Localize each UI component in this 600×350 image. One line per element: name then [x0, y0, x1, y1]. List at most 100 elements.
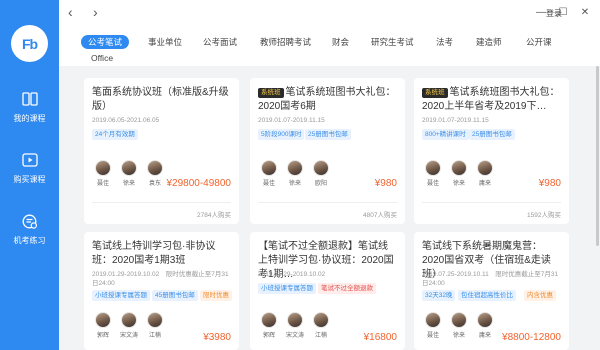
avatar — [451, 160, 467, 176]
teacher: 宋文涛 — [118, 312, 140, 339]
course-title: 笔试线上特训学习包·非协议班：2020国考1期3班 — [92, 241, 216, 266]
teacher-name: 庸来 — [478, 333, 491, 339]
course-tag: 笔试不过全额退款 — [318, 283, 376, 294]
teacher-list: 聂佳 徐来 庸来 — [422, 160, 500, 187]
teacher-name: 宋文涛 — [119, 333, 138, 339]
sidebar: Fb 我的课程 购买课程 机考练习 — [0, 0, 59, 350]
title-bar: ‹ › 登录 — ☐ ✕ — [59, 0, 600, 26]
scrollbar[interactable] — [596, 66, 599, 246]
avatar — [261, 160, 277, 176]
course-tag: 800+精讲课时 — [422, 129, 469, 140]
avatar — [477, 160, 493, 176]
teacher: 聂佳 — [422, 160, 444, 187]
course-card[interactable]: 系统班 笔试系统班图书大礼包：2020上半年省考及2019下… 2019.01.0… — [414, 78, 569, 224]
teacher-name: 聂佳 — [96, 181, 109, 187]
teacher-name: 聂佳 — [426, 181, 439, 187]
course-card[interactable]: 【笔试不过全额退款】笔试线上特训学习包·协议班：2020国考1期… 2019.0… — [250, 232, 405, 350]
avatar — [95, 160, 111, 176]
course-date: 2019.01.29-2019.10.02 — [258, 271, 326, 278]
avatar — [451, 312, 467, 328]
teacher: 徐来 — [284, 160, 306, 187]
course-date: 2019.01.07-2019.11.15 — [422, 117, 489, 124]
course-price: ¥16800 — [363, 332, 397, 343]
course-card[interactable]: 笔面系统协议班（标准版&升级版） 2019.06.05-2021.06.05 2… — [84, 78, 239, 224]
course-tag: 45册图书包邮 — [152, 290, 198, 301]
divider — [258, 202, 397, 203]
teacher-name: 聂佳 — [262, 181, 275, 187]
nav-my-courses[interactable]: 我的课程 — [0, 90, 59, 124]
divider — [422, 202, 561, 203]
app-logo-text: Fb — [21, 35, 38, 52]
course-tag: 24个月有效期 — [92, 129, 138, 140]
course-title: 系统班 笔试系统班图书大礼包：2020上半年省考及2019下… — [422, 86, 561, 114]
category-tab[interactable]: 事业单位 — [148, 35, 182, 49]
course-tag: 25册图书包邮 — [469, 129, 515, 140]
buyer-count: 4807人购买 — [363, 212, 397, 219]
course-title: 系统班 笔试系统班图书大礼包：2020国考6期 — [258, 86, 397, 114]
course-price: ¥8800-12800 — [502, 332, 561, 343]
category-tab[interactable]: 研究生考试 — [371, 35, 414, 49]
teacher: 欧阳 — [310, 160, 332, 187]
book-icon — [21, 90, 39, 108]
course-card[interactable]: 笔试线下系统暑期魔鬼营：2020国省双考（住宿班&走读班） 2019.07.25… — [414, 232, 569, 350]
avatar — [147, 160, 163, 176]
course-price: ¥980 — [374, 178, 397, 189]
course-card[interactable]: 系统班 笔试系统班图书大礼包：2020国考6期 2019.01.07-2019.1… — [250, 78, 405, 224]
course-tag: 小班授课专属答题 — [258, 283, 316, 294]
forward-arrow-icon[interactable]: › — [93, 5, 98, 19]
teacher-name: 聂佳 — [426, 333, 439, 339]
category-tab[interactable]: 教师招聘考试 — [260, 35, 311, 49]
avatar — [261, 312, 277, 328]
nav-buy-courses[interactable]: 购买课程 — [0, 151, 59, 185]
buyer-count: 2784人购买 — [197, 212, 231, 219]
nav-label: 购买课程 — [13, 175, 46, 184]
category-tab[interactable]: 财会 — [332, 35, 349, 49]
teacher-name: 徐来 — [452, 181, 465, 187]
avatar — [121, 160, 137, 176]
teacher: 郭辉 — [92, 312, 114, 339]
course-tag: 25册图书包邮 — [305, 129, 351, 140]
category-tab[interactable]: 公考面试 — [203, 35, 237, 49]
course-tag: 5阶段900课时 — [258, 129, 305, 140]
minimize-icon[interactable]: — — [534, 5, 548, 19]
maximize-icon[interactable]: ☐ — [556, 5, 570, 19]
teacher: 徐来 — [448, 312, 470, 339]
teacher-list: 聂佳 徐来 庸来 — [422, 312, 500, 339]
course-date: 2019.07.25-2019.10.11 限时优惠截止至7月31日24:00 — [422, 271, 559, 287]
avatar — [425, 312, 441, 328]
app-logo[interactable]: Fb — [11, 25, 48, 62]
category-tab[interactable]: 公开课 — [526, 35, 552, 49]
avatar — [287, 160, 303, 176]
back-arrow-icon[interactable]: ‹ — [68, 5, 73, 19]
teacher-list: 郭辉 宋文涛 江楠 — [92, 312, 170, 339]
teacher: 江楠 — [310, 312, 332, 339]
nav-label: 我的课程 — [13, 114, 46, 123]
nav-exam-practice[interactable]: 机考练习 — [0, 212, 59, 246]
course-tag: 32天32晚 — [422, 290, 456, 301]
course-date: 2019.01.29-2019.10.02 限时优惠截止至7月31日24:00 — [92, 271, 229, 287]
course-tag: 限时优惠 — [200, 290, 232, 301]
teacher-name: 徐来 — [122, 181, 135, 187]
category-tab[interactable]: 建造师 — [476, 35, 502, 49]
teacher: 庸来 — [474, 160, 496, 187]
teacher: 郭辉 — [258, 312, 280, 339]
category-tab[interactable]: Office — [91, 51, 113, 65]
avatar — [313, 160, 329, 176]
teacher-name: 郭辉 — [96, 333, 109, 339]
teacher: 袁东 — [144, 160, 166, 187]
category-tab[interactable]: 法考 — [436, 35, 453, 49]
course-date: 2019.06.05-2021.06.05 — [92, 117, 160, 124]
course-tag: 包住宿超高性价比 — [458, 290, 516, 301]
course-card[interactable]: 笔试线上特训学习包·非协议班：2020国考1期3班 2019.01.29-201… — [84, 232, 239, 350]
nav-label: 机考练习 — [13, 236, 46, 245]
teacher: 聂佳 — [422, 312, 444, 339]
course-price: ¥980 — [538, 178, 561, 189]
close-icon[interactable]: ✕ — [578, 5, 592, 19]
course-title: 笔面系统协议班（标准版&升级版） — [92, 87, 229, 112]
teacher: 庸来 — [474, 312, 496, 339]
avatar — [425, 160, 441, 176]
category-tab-active[interactable]: 公考笔试 — [81, 35, 130, 49]
teacher: 聂佳 — [92, 160, 114, 187]
teacher: 江楠 — [144, 312, 166, 339]
exam-icon — [21, 212, 39, 230]
